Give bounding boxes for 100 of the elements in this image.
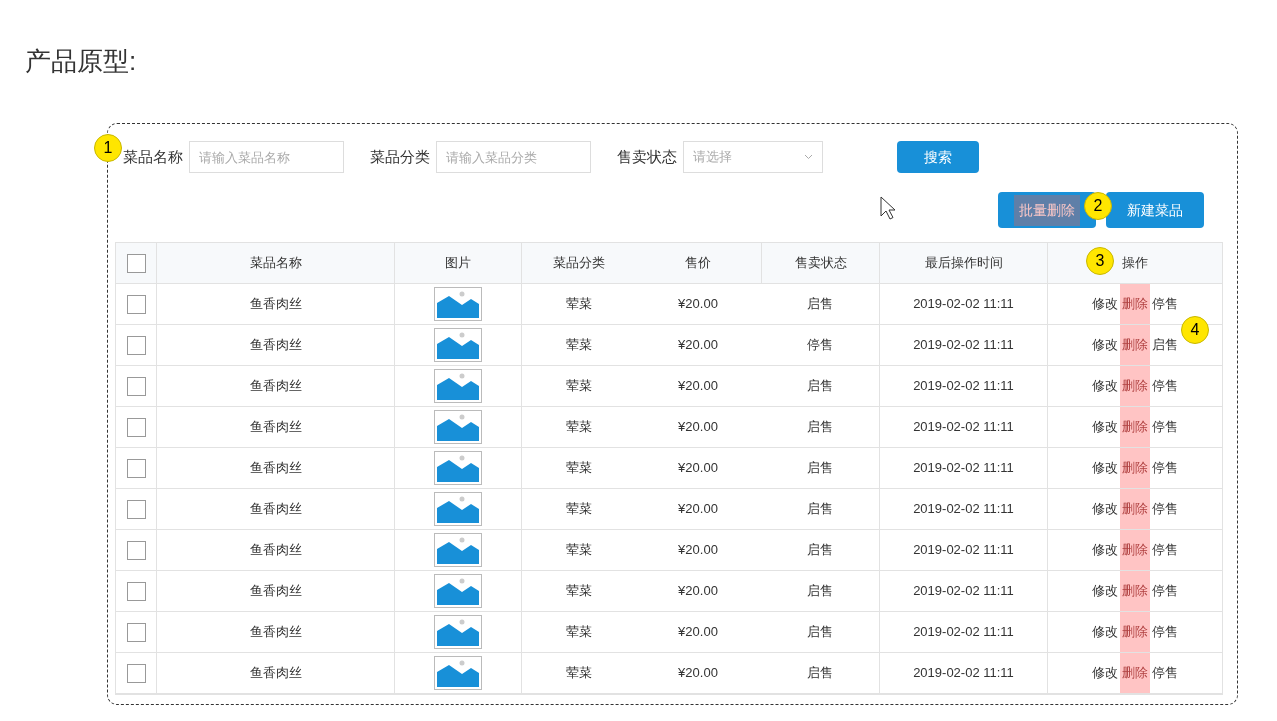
table-cell-text: ¥20.00: [678, 541, 718, 560]
column-header: 售卖状态: [794, 254, 847, 273]
table-cell-text: 启售: [807, 582, 833, 601]
row-action-link[interactable]: 修改: [1090, 653, 1120, 693]
checkbox[interactable]: [126, 663, 146, 683]
table-cell-text: 启售: [807, 377, 833, 396]
table-cell-text: 荤菜: [565, 582, 592, 601]
image-placeholder-icon: [434, 328, 482, 362]
checkbox[interactable]: [126, 540, 146, 560]
checkbox[interactable]: [126, 253, 146, 273]
row-action-link[interactable]: 停售: [1150, 612, 1180, 652]
row-action-link[interactable]: 删除: [1120, 571, 1150, 611]
table-cell-text: 2019-02-02 11:11: [913, 336, 1014, 355]
table-cell-text: 荤菜: [565, 336, 592, 355]
table-cell-text: 鱼香肉丝: [249, 418, 302, 437]
checkbox[interactable]: [126, 417, 146, 437]
image-placeholder-icon: [434, 451, 482, 485]
row-action-link[interactable]: 修改: [1090, 489, 1120, 529]
column-header: 菜品名称: [249, 254, 302, 273]
row-action-link[interactable]: 启售: [1150, 325, 1180, 365]
row-action-link[interactable]: 停售: [1150, 530, 1180, 570]
checkbox[interactable]: [126, 499, 146, 519]
row-action-link[interactable]: 停售: [1150, 448, 1180, 488]
row-action-link[interactable]: 删除: [1120, 653, 1150, 693]
table-cell-text: 鱼香肉丝: [249, 459, 302, 478]
row-action-link[interactable]: 停售: [1150, 571, 1180, 611]
table-cell-text: 鱼香肉丝: [249, 295, 302, 314]
text-input-field[interactable]: 请输入菜品名称: [189, 141, 344, 173]
table-cell-text: 2019-02-02 11:11: [913, 377, 1014, 396]
table-cell-text: 荤菜: [565, 623, 592, 642]
row-action-link[interactable]: 修改: [1090, 407, 1120, 447]
checkbox[interactable]: [126, 294, 146, 314]
table-cell-text: 启售: [807, 664, 833, 683]
table-cell-text: 荤菜: [565, 541, 592, 560]
table-cell-text: 停售: [807, 336, 833, 355]
table-cell-text: 2019-02-02 11:11: [913, 582, 1014, 601]
table-cell-text: 启售: [807, 418, 833, 437]
row-action-link[interactable]: 删除: [1120, 407, 1150, 447]
table-cell-text: ¥20.00: [678, 418, 718, 437]
row-action-link[interactable]: 停售: [1150, 653, 1180, 693]
row-action-link[interactable]: 修改: [1090, 612, 1120, 652]
row-action-link[interactable]: 删除: [1120, 530, 1150, 570]
row-action-link[interactable]: 删除: [1120, 325, 1150, 365]
table-cell-text: ¥20.00: [678, 664, 718, 683]
table-cell-text: 2019-02-02 11:11: [913, 500, 1014, 519]
checkbox[interactable]: [126, 335, 146, 355]
row-action-link[interactable]: 停售: [1150, 407, 1180, 447]
filter-label: 售卖状态: [617, 146, 677, 167]
table-cell-text: ¥20.00: [678, 500, 718, 519]
column-header: 菜品分类: [552, 254, 605, 273]
table-cell-text: 荤菜: [565, 377, 592, 396]
table-cell-text: 2019-02-02 11:11: [913, 295, 1014, 314]
table-cell-text: 鱼香肉丝: [249, 582, 302, 601]
row-action-link[interactable]: 修改: [1090, 325, 1120, 365]
page-heading: 产品原型:: [25, 45, 137, 78]
row-action-link[interactable]: 修改: [1090, 284, 1120, 324]
table-cell-text: 鱼香肉丝: [249, 336, 302, 355]
row-action-link[interactable]: 修改: [1090, 448, 1120, 488]
row-action-link[interactable]: 删除: [1120, 612, 1150, 652]
table-cell-text: 鱼香肉丝: [249, 541, 302, 560]
image-placeholder-icon: [434, 492, 482, 526]
table-cell-text: 启售: [807, 459, 833, 478]
row-action-link[interactable]: 删除: [1120, 366, 1150, 406]
table-cell-text: 荤菜: [565, 295, 592, 314]
table-cell-text: 2019-02-02 11:11: [913, 541, 1014, 560]
row-action-link[interactable]: 停售: [1150, 284, 1180, 324]
row-action-link[interactable]: 删除: [1120, 489, 1150, 529]
annotation-marker: 4: [1181, 316, 1209, 344]
table-cell-text: 鱼香肉丝: [249, 623, 302, 642]
table-cell-text: 鱼香肉丝: [249, 377, 302, 396]
table-cell-text: 启售: [807, 541, 833, 560]
row-action-link[interactable]: 删除: [1120, 448, 1150, 488]
row-action-link[interactable]: 修改: [1090, 571, 1120, 611]
image-placeholder-icon: [434, 615, 482, 649]
image-placeholder-icon: [434, 410, 482, 444]
checkbox[interactable]: [126, 376, 146, 396]
table-cell-text: ¥20.00: [678, 295, 718, 314]
text-input-field[interactable]: 请输入菜品分类: [436, 141, 591, 173]
column-header: 最后操作时间: [924, 254, 1003, 273]
row-action-link[interactable]: 修改: [1090, 530, 1120, 570]
image-placeholder-icon: [434, 287, 482, 321]
row-action-link[interactable]: 删除: [1120, 284, 1150, 324]
table-cell-text: 2019-02-02 11:11: [913, 623, 1014, 642]
chevron-down-icon: [804, 154, 813, 160]
table-cell-text: 荤菜: [565, 664, 592, 683]
row-action-link[interactable]: 停售: [1150, 366, 1180, 406]
table-cell-text: ¥20.00: [678, 459, 718, 478]
table-cell-text: 启售: [807, 500, 833, 519]
checkbox[interactable]: [126, 581, 146, 601]
row-action-link[interactable]: 修改: [1090, 366, 1120, 406]
checkbox[interactable]: [126, 622, 146, 642]
table-cell-text: 荤菜: [565, 418, 592, 437]
table-cell-text: 荤菜: [565, 500, 592, 519]
filter-label: 菜品名称: [123, 146, 183, 167]
checkbox[interactable]: [126, 458, 146, 478]
row-action-link[interactable]: 停售: [1150, 489, 1180, 529]
table-cell-text: 启售: [807, 295, 833, 314]
table-cell-text: 鱼香肉丝: [249, 664, 302, 683]
image-placeholder-icon: [434, 574, 482, 608]
table-cell-text: 2019-02-02 11:11: [913, 418, 1014, 437]
